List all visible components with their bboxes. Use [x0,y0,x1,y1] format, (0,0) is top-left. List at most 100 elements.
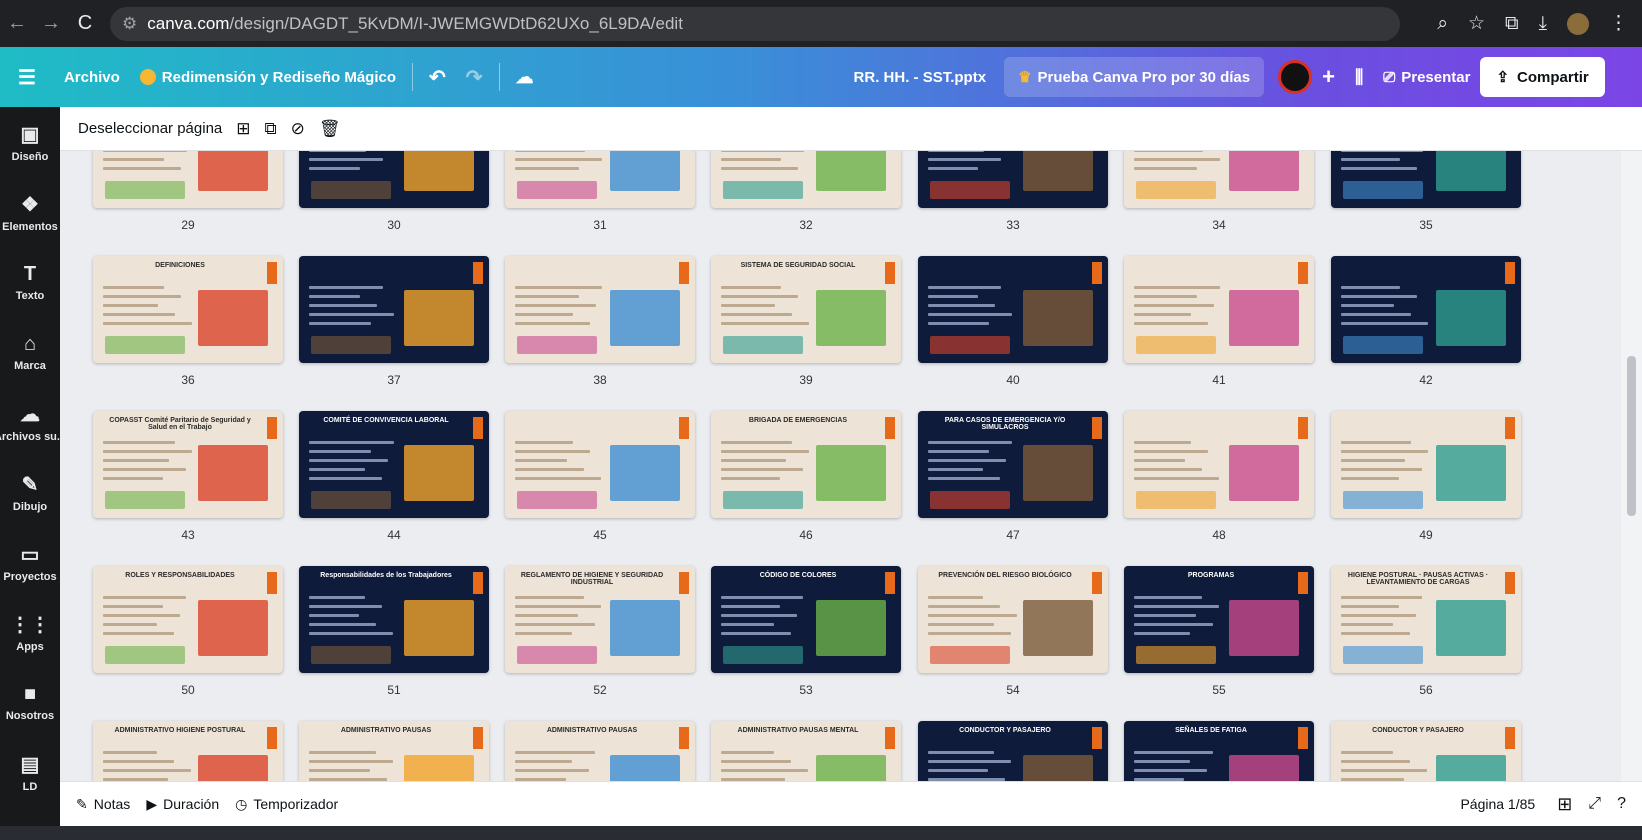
rail-item-0[interactable]: ▣ Diseño [0,107,60,177]
user-avatar[interactable] [1278,60,1313,94]
rail-item-9[interactable]: ▤ LD [0,737,60,807]
slide-preview[interactable]: DEFINICIONES [93,256,283,363]
slide-thumbnail[interactable]: 35 [1331,151,1521,232]
slide-thumbnail[interactable]: CONDUCTOR Y PASAJERO [1331,721,1521,781]
slide-preview[interactable] [505,256,695,363]
page-counter[interactable]: Página 1/85 [1460,796,1535,812]
slide-thumbnail[interactable]: PROGRAMAS 55 [1124,566,1314,697]
slide-preview[interactable]: SEGURIDAD Y SALUD EN EL TRABAJO SG-SST 2… [918,151,1108,208]
slide-preview[interactable]: REGLAMENTO DE HIGIENE Y SEGURIDAD INDUST… [505,566,695,673]
delete-page-icon[interactable]: 🗑 [319,119,341,139]
slide-preview[interactable] [711,151,901,208]
archivo-menu[interactable]: Archivo [54,57,130,97]
slide-thumbnail[interactable]: Responsabilidades de los Trabajadores 51 [299,566,489,697]
slide-thumbnail[interactable]: 45 [505,411,695,542]
rail-item-1[interactable]: ❖ Elementos [0,177,60,247]
download-icon[interactable]: ⤓ [1539,13,1547,35]
slide-preview[interactable] [1124,411,1314,518]
slide-thumbnail[interactable]: ADMINISTRATIVO PAUSAS MENTAL [711,721,901,781]
duplicate-page-icon[interactable]: ⧉ [265,119,277,139]
slide-preview[interactable] [93,151,283,208]
grid-view-icon[interactable]: ⊞ [1557,794,1572,815]
slide-thumbnail[interactable]: 41 [1124,256,1314,387]
magic-resize-button[interactable]: Redimensión y Rediseño Mágico [130,57,406,97]
rail-item-8[interactable]: ■ Nosotros [0,667,60,737]
slide-thumbnail[interactable]: REGLAMENTO DE HIGIENE Y SEGURIDAD INDUST… [505,566,695,697]
slide-thumbnail[interactable]: COPASST Comité Paritario de Seguridad y … [93,411,283,542]
slide-thumbnail[interactable]: COMITÉ DE CONVIVENCIA LABORAL 44 [299,411,489,542]
hide-page-icon[interactable]: ⊘ [291,119,305,139]
more-menu-icon[interactable]: ⋮ [1609,12,1628,35]
add-page-icon[interactable]: ⊞ [236,119,250,139]
slide-preview[interactable]: ¡CUÍDALO! [505,151,695,208]
slide-preview[interactable]: ADMINISTRATIVO PAUSAS [299,721,489,781]
rail-item-2[interactable]: T Texto [0,247,60,317]
slide-thumbnail[interactable]: SEGURIDAD Y SALUD EN EL TRABAJO SG-SST 2… [918,151,1108,232]
slide-preview[interactable] [1331,411,1521,518]
slide-thumbnail[interactable]: ADMINISTRATIVO PAUSAS [299,721,489,781]
slide-preview[interactable] [299,256,489,363]
slide-preview[interactable]: CONDUCTOR Y PASAJERO [918,721,1108,781]
slide-preview[interactable]: desarrollo de sus funciones y el horario… [299,151,489,208]
rail-item-3[interactable]: ⌂ Marca [0,317,60,387]
slide-preview[interactable]: PROGRAMAS [1124,566,1314,673]
slide-thumbnail[interactable]: ADMINISTRATIVO HIGIENE POSTURAL [93,721,283,781]
slide-thumbnail[interactable]: 32 [711,151,901,232]
slide-thumbnail[interactable]: HIGIENE POSTURAL · PAUSAS ACTIVAS · LEVA… [1331,566,1521,697]
rail-item-5[interactable]: ✎ Dibujo [0,457,60,527]
slide-thumbnail[interactable]: CÓDIGO DE COLORES 53 [711,566,901,697]
slide-thumbnail[interactable]: DEFINICIONES 36 [93,256,283,387]
share-button[interactable]: ⇪ Compartir [1480,57,1605,97]
duration-button[interactable]: ▶ Duración [146,796,219,813]
rail-item-7[interactable]: ⋮⋮ Apps [0,597,60,667]
slide-thumbnail[interactable]: BRIGADA DE EMERGENCIAS 46 [711,411,901,542]
slide-thumbnail[interactable]: 38 [505,256,695,387]
undo-icon[interactable]: ↶ [419,57,456,97]
slide-preview[interactable] [1124,256,1314,363]
address-bar[interactable]: ⚙ canva.com/design/DAGDT_5KvDM/I-JWEMGWD… [110,6,1400,41]
slide-preview[interactable]: CÓDIGO DE COLORES [711,566,901,673]
slide-thumbnail[interactable]: 49 [1331,411,1521,542]
slide-thumbnail[interactable]: SEÑALES DE FATIGA [1124,721,1314,781]
profile-avatar[interactable] [1567,12,1589,35]
insights-icon[interactable]: ⫼ [1345,57,1373,97]
back-icon[interactable]: ← [0,7,34,41]
fullscreen-icon[interactable]: ⤢ [1588,795,1601,813]
slide-preview[interactable] [1331,151,1521,208]
file-name[interactable]: RR. HH. - SST.pptx [844,57,997,97]
slide-thumbnail[interactable]: ROLES Y RESPONSABILIDADES 50 [93,566,283,697]
slide-preview[interactable]: ADMINISTRATIVO PAUSAS [505,721,695,781]
slide-preview[interactable]: SEÑALES DE FATIGA [1124,721,1314,781]
cloud-saved-icon[interactable]: ☁ [506,57,544,97]
slide-preview[interactable]: ROLES Y RESPONSABILIDADES [93,566,283,673]
slide-thumbnail[interactable]: SISTEMA DE SEGURIDAD SOCIAL 39 [711,256,901,387]
canva-pro-trial-button[interactable]: ♛ Prueba Canva Pro por 30 días [1004,57,1265,97]
zoom-icon[interactable]: ⌕ [1437,13,1448,35]
redo-icon[interactable]: ↷ [456,57,493,97]
slide-preview[interactable]: COPASST Comité Paritario de Seguridad y … [93,411,283,518]
slide-preview[interactable]: Responsabilidades de los Trabajadores [299,566,489,673]
slide-thumbnail[interactable]: 48 [1124,411,1314,542]
slide-preview[interactable] [918,256,1108,363]
scrollbar[interactable] [1621,151,1642,781]
site-info-icon[interactable]: ⚙ [122,14,137,34]
slide-preview[interactable]: ADMINISTRATIVO PAUSAS MENTAL [711,721,901,781]
slide-preview[interactable]: CONDUCTOR Y PASAJERO [1331,721,1521,781]
extensions-icon[interactable]: ⧉ [1505,13,1519,35]
slide-preview[interactable]: BRIGADA DE EMERGENCIAS [711,411,901,518]
slide-thumbnail[interactable]: 29 [93,151,283,232]
scrollbar-thumb[interactable] [1627,356,1636,516]
help-icon[interactable]: ? [1617,795,1626,813]
slide-preview[interactable]: PREVENCIÓN DEL RIESGO BIOLÓGICO [918,566,1108,673]
slide-preview[interactable] [1124,151,1314,208]
slide-thumbnail[interactable]: desarrollo de sus funciones y el horario… [299,151,489,232]
slide-preview[interactable]: HIGIENE POSTURAL · PAUSAS ACTIVAS · LEVA… [1331,566,1521,673]
reload-icon[interactable]: C [68,7,102,41]
slide-preview[interactable]: ADMINISTRATIVO HIGIENE POSTURAL [93,721,283,781]
slide-thumbnail[interactable]: ¡CUÍDALO! 31 [505,151,695,232]
slide-preview[interactable]: PARA CASOS DE EMERGENCIA Y/O SIMULACROS [918,411,1108,518]
forward-icon[interactable]: → [34,7,68,41]
menu-icon[interactable]: ☰ [0,57,54,97]
slide-thumbnail[interactable]: 42 [1331,256,1521,387]
slide-preview[interactable]: COMITÉ DE CONVIVENCIA LABORAL [299,411,489,518]
